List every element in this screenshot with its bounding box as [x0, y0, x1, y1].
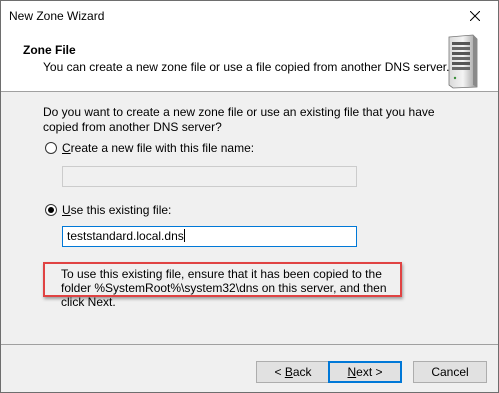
title-bar: New Zone Wizard: [1, 1, 498, 31]
footer-divider: [1, 344, 498, 345]
cancel-button[interactable]: Cancel: [413, 361, 487, 383]
page-title: Zone File: [23, 43, 76, 57]
existing-file-value: teststandard.local.dns: [67, 229, 184, 243]
create-new-file-label: Create a new file with this file name:: [62, 141, 255, 155]
use-existing-file-label: Use this existing file:: [62, 203, 172, 217]
server-icon: [448, 34, 478, 89]
new-file-name-input[interactable]: [62, 166, 357, 187]
wizard-window: New Zone Wizard Zone File You can create…: [0, 0, 499, 393]
highlighted-note: To use this existing file, ensure that i…: [43, 262, 402, 309]
question-text: Do you want to create a new zone file or…: [43, 105, 435, 134]
next-button[interactable]: Next >: [328, 361, 402, 383]
text-caret: [183, 229, 185, 242]
close-icon: [470, 11, 480, 21]
radio-circle: [45, 142, 57, 154]
radio-circle-selected: [45, 204, 57, 216]
wizard-body: Do you want to create a new zone file or…: [1, 92, 498, 342]
create-new-file-radio[interactable]: Create a new file with this file name:: [45, 141, 254, 155]
wizard-header: Zone File You can create a new zone file…: [1, 31, 498, 92]
close-button[interactable]: [452, 1, 498, 31]
use-existing-file-radio[interactable]: Use this existing file:: [45, 203, 171, 217]
back-button[interactable]: < Back: [256, 361, 330, 383]
window-title: New Zone Wizard: [9, 9, 105, 23]
note-text: To use this existing file, ensure that i…: [61, 267, 387, 309]
existing-file-input[interactable]: teststandard.local.dns: [62, 226, 357, 247]
page-subtitle: You can create a new zone file or use a …: [43, 60, 450, 74]
